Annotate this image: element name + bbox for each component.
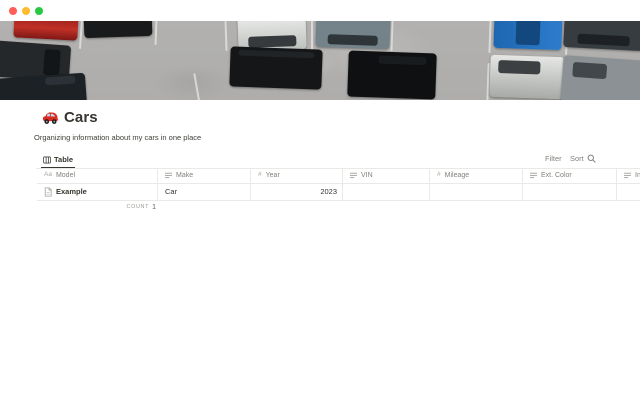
page-title[interactable]: Cars [64,109,98,126]
parking-line [79,21,83,49]
column-header-make[interactable]: Make [158,168,251,183]
column-header-int-color[interactable]: Int. Color [617,168,640,183]
car-shape-black [84,21,153,38]
car-shape-black-suv [229,46,322,89]
parking-line [155,21,158,45]
car-shape-black-minivan [347,50,437,99]
page-icon-red-car[interactable] [42,110,59,125]
minimize-window-button[interactable] [22,7,30,15]
parking-line [488,21,491,53]
table-row: Example Car 2023 [37,184,640,201]
cell-make[interactable]: Car [158,184,251,200]
column-header-vin[interactable]: VIN [343,168,430,183]
cover-image[interactable] [0,21,640,100]
count-label: Count [127,204,150,210]
search-icon[interactable] [587,154,596,163]
title-aa-icon: Aa [44,172,52,179]
column-header-model[interactable]: Aa Model [37,168,158,183]
car-shape-blue [493,21,562,50]
table-view-icon [43,156,51,164]
cell-mileage[interactable] [430,184,523,200]
cell-vin[interactable] [343,184,430,200]
column-header-year[interactable]: # Year [251,168,343,183]
car-shape-dark-car [0,73,87,100]
car-shape-gray-sedan [560,55,640,100]
parking-line [311,21,313,53]
cell-int-color[interactable] [617,184,640,200]
table-header-row: Aa Model Make # Year VIN # Mileage Ext. … [37,168,640,184]
filter-button[interactable]: Filter [545,154,562,163]
number-hash-icon: # [437,172,441,179]
parking-line [224,21,227,51]
car-shape-darkgray [563,21,640,51]
text-lines-icon [624,172,631,179]
page-description[interactable]: Organizing information about my cars in … [34,133,201,142]
car-shape-red [13,21,78,41]
count-value: 1 [152,204,156,211]
page-document-icon [44,187,52,197]
car-shape-teal [315,21,390,49]
page-header: Cars [42,109,98,126]
column-header-ext-color[interactable]: Ext. Color [523,168,617,183]
cell-model[interactable]: Example [37,184,158,200]
cell-year[interactable]: 2023 [251,184,343,200]
window-titlebar [0,0,640,21]
count-calculation[interactable]: Count 1 [37,201,158,211]
number-hash-icon: # [258,172,262,179]
text-lines-icon [350,172,357,179]
zoom-window-button[interactable] [35,7,43,15]
tab-table-view[interactable]: Table [41,152,75,168]
close-window-button[interactable] [9,7,17,15]
tab-table-label: Table [54,155,73,164]
database-table: Aa Model Make # Year VIN # Mileage Ext. … [37,168,640,211]
text-lines-icon [165,172,172,179]
view-toolbar: Table Filter Sort [36,149,640,169]
sort-button[interactable]: Sort [570,154,584,163]
table-footer-row: Count 1 [37,201,640,211]
parking-line [390,21,393,51]
parking-line [193,73,201,100]
text-lines-icon [530,172,537,179]
car-shape-silver-suv [489,55,564,100]
column-header-mileage[interactable]: # Mileage [430,168,523,183]
cell-ext-color[interactable] [523,184,617,200]
